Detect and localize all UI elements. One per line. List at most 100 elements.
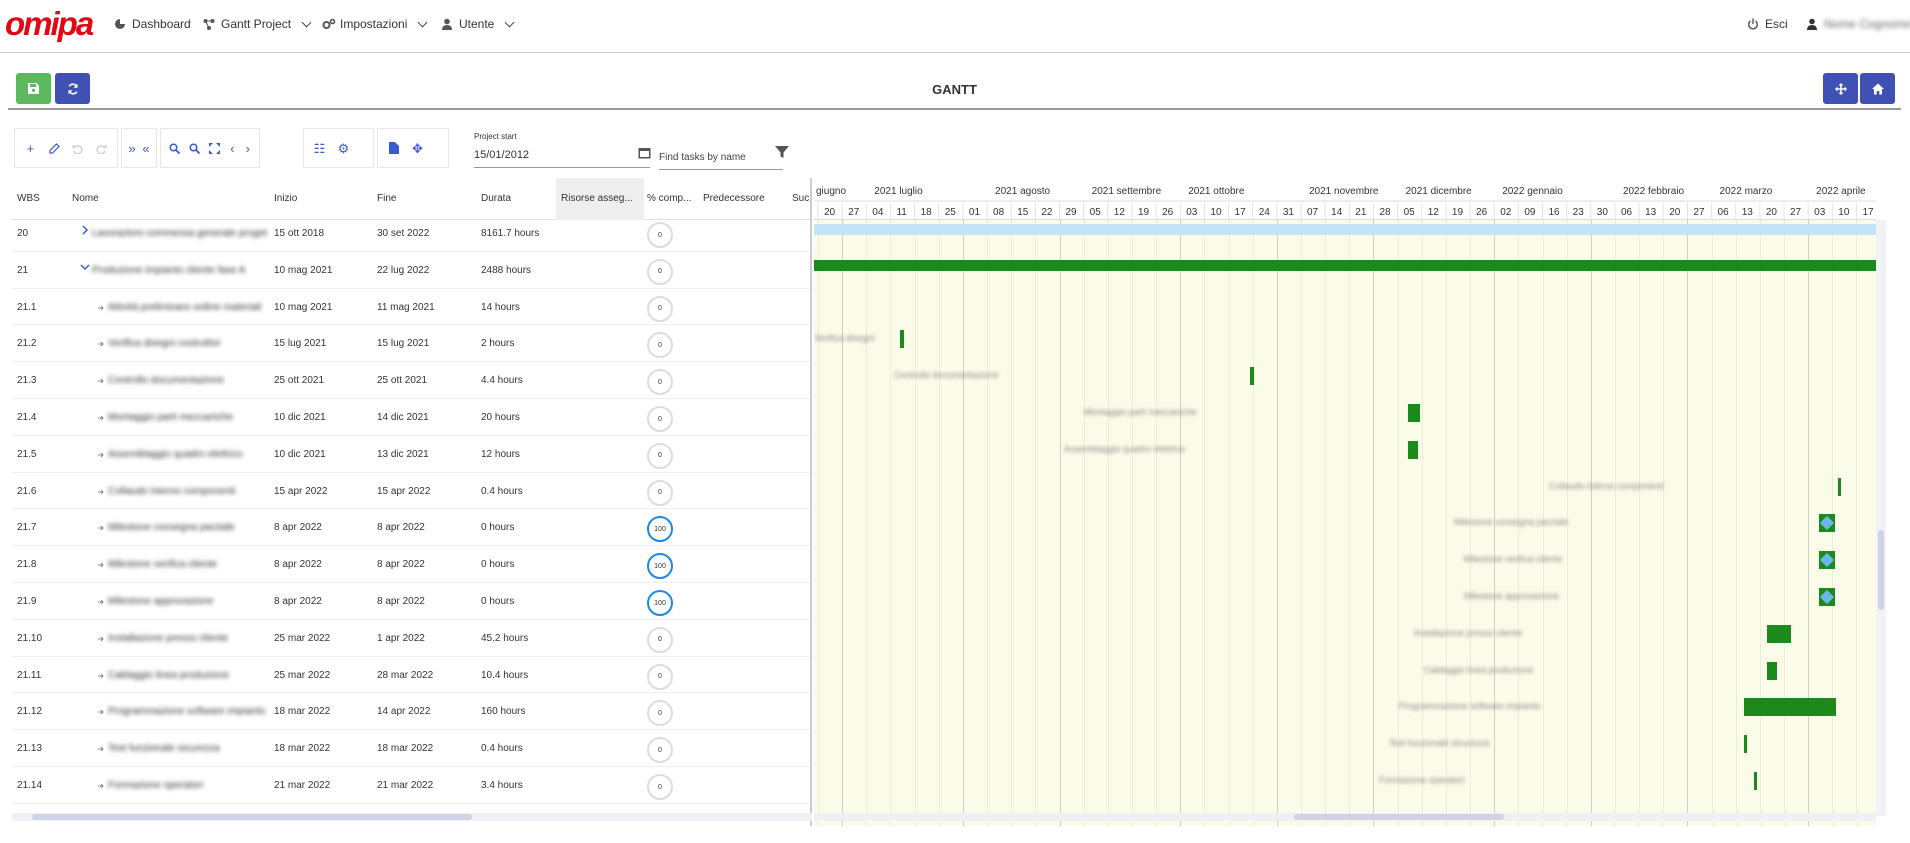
bar-label: Milestone approvazione [1464,591,1560,601]
task-bar[interactable] [1408,440,1418,459]
week-label: 26 [1162,207,1174,218]
vertical-scrollbar[interactable] [1876,220,1886,816]
features-icon[interactable]: ⚙ [336,141,351,156]
milestone-marker[interactable] [1819,551,1835,570]
milestone-marker[interactable] [1819,514,1835,533]
col-fine[interactable]: Fine [377,193,396,204]
chevron-right-icon[interactable] [80,225,90,238]
table-row[interactable]: 21.4 Montaggio parti meccaniche 10 dic 202… [12,399,810,436]
zoom-fit-icon[interactable] [209,141,220,156]
move-tools-icon[interactable]: ✥ [410,141,425,156]
week-label: 12 [1428,207,1440,218]
project-start-field[interactable]: 15/01/2012 [474,146,650,168]
table-row[interactable]: 21.5 Assemblaggio quadro elettrico 10 dic … [12,436,810,473]
task-bar[interactable] [1767,661,1777,680]
table-row[interactable]: 21.12 Programmazione software impianto 18 … [12,693,810,731]
table-row[interactable]: 21.7 Milestone consegna parziale 8 apr 202… [12,509,810,547]
collapse-all-icon[interactable]: « [142,141,150,156]
milestone-marker[interactable] [1819,588,1835,606]
edit-icon[interactable] [47,141,62,156]
week-label: 06 [1621,207,1633,218]
col-predecessore[interactable]: Predecessore [703,193,783,204]
table-row[interactable]: 21.14 Formazione operatori 21 mar 2022 21 m… [12,767,810,804]
home-button[interactable] [1860,73,1895,104]
month-label: 2021 settembre [1092,186,1162,197]
col-nome[interactable]: Nome [72,193,99,204]
summary-bar[interactable] [814,260,1876,272]
col-durata[interactable]: Durata [481,193,511,204]
chevron-down-icon[interactable] [80,262,90,275]
month-label: 2022 marzo [1720,186,1773,197]
find-tasks-input[interactable]: Find tasks by name [659,148,783,170]
omipa-logo[interactable]: omipa [5,5,100,43]
nav-gantt-project[interactable]: Gantt Project [203,17,312,31]
milestone-diamond [1819,553,1835,568]
timeline-gridline [1421,220,1423,826]
progress-indicator: 0 [647,737,673,764]
list-settings-icon[interactable]: ☷ [312,141,327,156]
cell-durata: 0.4 hours [481,485,523,497]
nav-dashboard[interactable]: Dashboard [114,17,191,31]
timeline-gridline [1035,220,1037,826]
next-icon[interactable]: › [245,141,252,156]
zoom-out-icon[interactable] [189,141,200,156]
nav-esci[interactable]: Esci [1747,17,1788,31]
week-label: 13 [1742,207,1754,218]
table-row[interactable]: 21.8 Milestone verifica cliente 8 apr 2022… [12,546,810,583]
table-row[interactable]: 21.11 Cablaggio linea produzione 25 mar 20… [12,657,810,694]
nav-utente[interactable]: Utente [441,17,515,31]
task-bar[interactable] [1767,624,1791,643]
col-wbs[interactable]: WBS [17,193,40,204]
task-bar[interactable] [1408,404,1420,422]
grid-header: WBS Nome Inizio Fine Durata Risorse asse… [12,178,810,220]
task-bar[interactable] [1838,477,1841,496]
col-successore[interactable]: Suc [792,193,809,204]
file-export-icon[interactable] [386,141,401,156]
cell-durata: 8161.7 hours [481,228,540,239]
table-row[interactable]: 21.9 Milestone approvazione 8 apr 2022 8 ap… [12,583,810,620]
summary-bar[interactable] [814,223,1876,235]
col-risorse[interactable]: Risorse asseg... [561,193,641,204]
filter-icon[interactable] [775,145,789,164]
table-row[interactable]: 21.6 Collaudo interno componenti 15 apr 20… [12,473,810,510]
calendar-icon[interactable] [638,146,651,164]
timeline-gridline [1059,220,1061,826]
table-row[interactable]: 21.3 Controllo documentazione 25 ott 2021 2… [12,362,810,399]
nav-user-profile[interactable]: Nome Cognome [1806,17,1910,31]
task-bar[interactable] [1250,367,1254,386]
col-completamento[interactable]: % comp... [647,193,697,204]
table-row[interactable]: 20 Lavorazioni commessa generale progetto… [12,215,810,252]
previous-icon[interactable]: ‹ [229,141,236,156]
task-bar[interactable] [1744,735,1747,754]
month-label: 2021 agosto [995,186,1050,197]
table-row[interactable]: 21.13 Test funzionale sicurezza 18 mar 202… [12,730,810,767]
task-bar[interactable] [900,330,904,349]
dashboard-icon [114,18,126,30]
timeline-gridline [914,220,916,826]
col-inizio[interactable]: Inizio [274,193,297,204]
task-leaf-icon [98,597,104,608]
chart-horizontal-scrollbar[interactable] [814,813,1876,821]
redo-icon[interactable] [94,141,109,156]
expand-all-icon[interactable]: » [128,141,136,156]
task-bar[interactable] [1744,698,1836,717]
table-row[interactable]: 21.1 Attività preliminare ordine material… [12,289,810,326]
add-task-icon[interactable]: + [23,141,38,156]
task-bar[interactable] [1754,772,1757,790]
cell-fine: 30 set 2022 [377,228,430,239]
svg-text:omipa: omipa [5,5,94,42]
zoom-in-icon[interactable] [169,141,180,156]
table-row[interactable]: 21.10 Installazione presso cliente 25 mar … [12,620,810,657]
timeline-gridline [1131,220,1133,826]
nav-impostazioni[interactable]: Impostazioni [322,17,428,31]
task-leaf-icon [98,560,104,571]
week-label: 07 [1307,207,1319,218]
week-label: 10 [1210,207,1222,218]
grid-horizontal-scrollbar[interactable] [12,813,812,821]
task-leaf-icon [98,303,104,314]
table-row[interactable]: 21.2 Verifica disegni costruttivi 15 lug 2… [12,325,810,363]
undo-icon[interactable] [71,141,86,156]
week-label: 08 [993,207,1005,218]
table-row[interactable]: 21 Produzione impianto cliente fase A 10 m… [12,252,810,289]
move-button[interactable] [1823,73,1858,104]
